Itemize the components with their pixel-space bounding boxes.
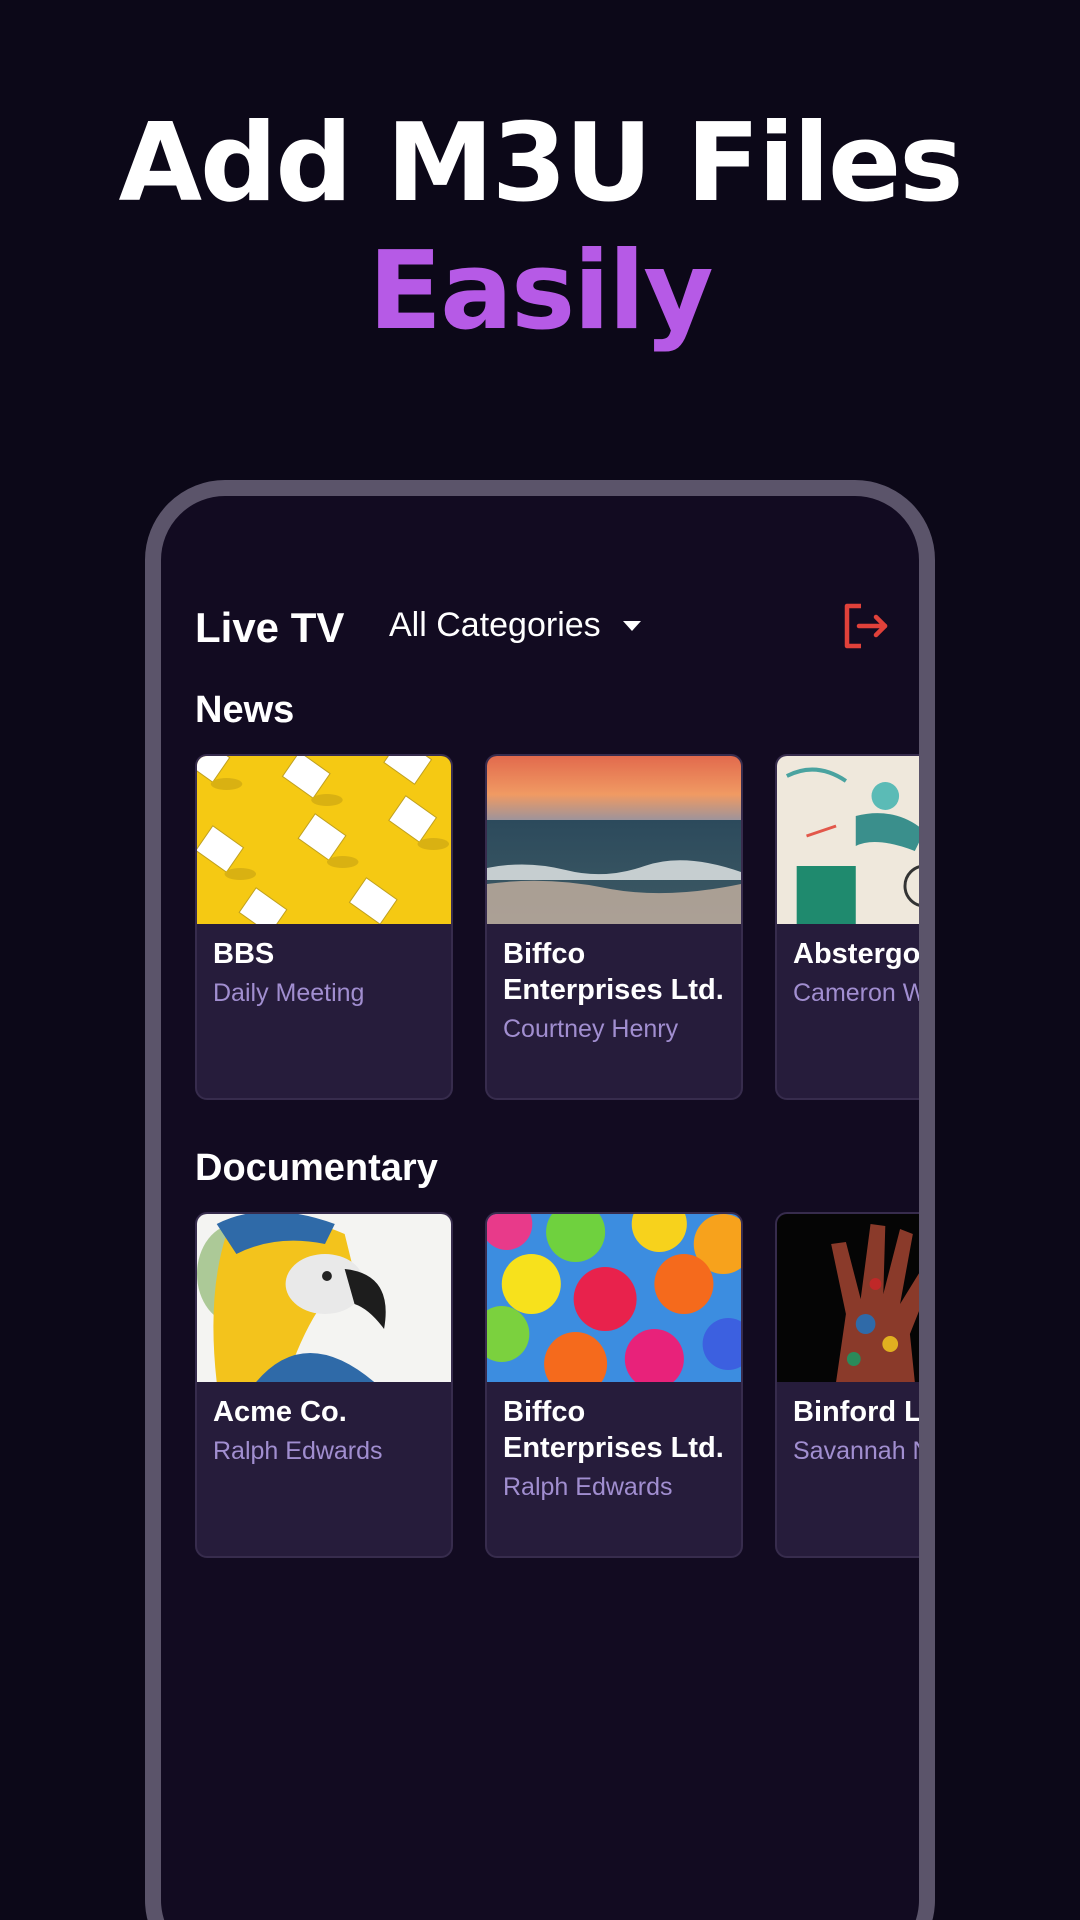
channel-card[interactable]: Biffco Enterprises Ltd. Courtney Henry [485, 754, 743, 1100]
channel-subtitle: Ralph Edwards [213, 1437, 383, 1465]
promo-headline: Add M3U Files Easily [0, 100, 1080, 356]
channel-thumbnail [197, 756, 451, 924]
category-dropdown-label: All Categories [389, 606, 601, 644]
app-header: Live TV All Categories [195, 596, 895, 656]
channel-card[interactable]: BBS Daily Meeting [195, 754, 453, 1100]
page-title: Live TV [195, 604, 345, 651]
headline-line-1: Add M3U Files [118, 101, 963, 226]
channel-card[interactable]: Acme Co. Ralph Edwards [195, 1212, 453, 1558]
channel-subtitle: Savannah Nguyen [793, 1437, 931, 1465]
channel-title: Binford Ltd. [793, 1396, 932, 1428]
channel-thumbnail [487, 756, 741, 924]
documentary-row: Acme Co. Ralph Edwards Biffco Enterprise… [195, 1212, 932, 1558]
headline-line-2: Easily [368, 229, 713, 354]
channel-thumbnail [197, 1214, 451, 1382]
channel-title: Biffco Enterprises Ltd. [503, 1396, 724, 1464]
channel-subtitle: Daily Meeting [213, 979, 365, 1007]
channel-card[interactable]: Biffco Enterprises Ltd. Ralph Edwards [485, 1212, 743, 1558]
channel-title: Acme Co. [213, 1396, 347, 1428]
channel-title: BBS [213, 938, 275, 970]
caret-down-icon [622, 620, 641, 631]
section-title-documentary: Documentary [195, 1147, 438, 1189]
phone-frame: Live TV All Categories News BBS Daily Me… [145, 480, 935, 1920]
channel-title: Biffco Enterprises Ltd. [503, 938, 724, 1006]
channel-title: Abstergo [793, 938, 921, 970]
channel-subtitle: Cameron Williamson [793, 979, 932, 1007]
channel-subtitle: Courtney Henry [503, 1015, 679, 1043]
logout-icon [844, 603, 888, 649]
channel-thumbnail [777, 1214, 919, 1382]
channel-card[interactable]: Binford Ltd. Savannah Nguyen [775, 1212, 932, 1558]
section-title-news: News [195, 689, 295, 731]
channel-subtitle: Ralph Edwards [503, 1473, 673, 1501]
channel-card[interactable]: Abstergo Cameron Williamson [775, 754, 932, 1100]
category-dropdown[interactable]: All Categories [389, 606, 641, 645]
news-row: BBS Daily Meeting Biffco Enterprises Ltd… [195, 754, 932, 1100]
logout-button[interactable] [839, 600, 891, 652]
channel-thumbnail [777, 756, 919, 924]
channel-thumbnail [487, 1214, 741, 1382]
